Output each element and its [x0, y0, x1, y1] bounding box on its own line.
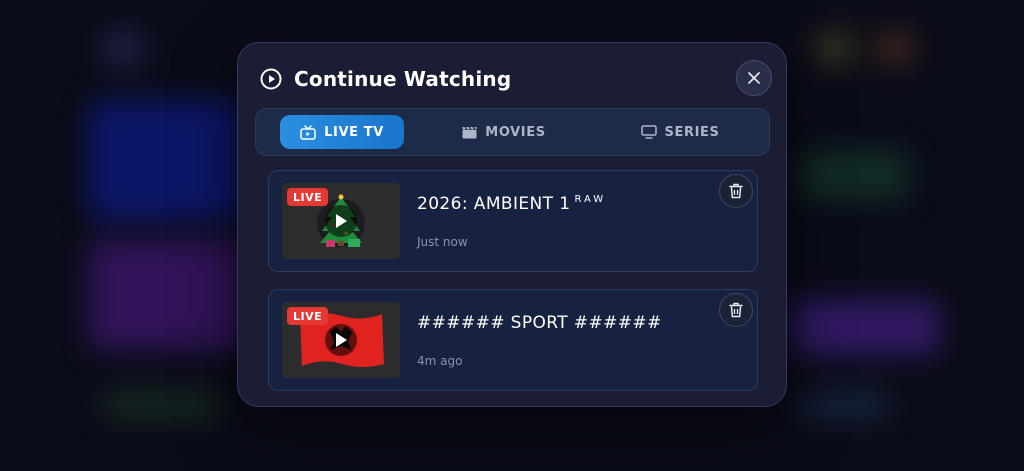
play-button[interactable]: [325, 205, 357, 237]
watched-time: 4m ago: [417, 354, 463, 368]
tab-label: MOVIES: [485, 124, 546, 140]
tab-live-tv[interactable]: LIVE TV: [280, 115, 404, 149]
watched-time: Just now: [417, 235, 468, 249]
delete-button[interactable]: [719, 174, 753, 208]
play-icon: [334, 332, 348, 348]
tv-icon: [300, 124, 324, 140]
live-badge: LIVE: [287, 307, 329, 325]
channel-name-suffix: RAW: [574, 194, 607, 205]
trash-icon: [729, 183, 743, 199]
dialog-header: Continue Watching: [260, 65, 511, 93]
monitor-icon: [640, 125, 665, 139]
category-tabs: LIVE TV MOVIES SERIES: [255, 108, 770, 156]
continue-watching-dialog: Continue Watching LIVE TV MOVIES SERIES …: [237, 42, 787, 407]
channel-thumbnail[interactable]: LIVE: [282, 302, 400, 378]
tab-series[interactable]: SERIES: [634, 115, 726, 149]
clapperboard-icon: [462, 126, 485, 139]
tab-label: SERIES: [664, 124, 720, 140]
close-button[interactable]: [736, 60, 772, 96]
channel-name: ###### SPORT ######: [417, 313, 662, 333]
list-item[interactable]: LIVE 2026: AMBIENT 1 RAW Just now: [268, 170, 758, 272]
tab-label: LIVE TV: [324, 124, 384, 140]
dialog-title: Continue Watching: [294, 67, 512, 91]
delete-button[interactable]: [719, 293, 753, 327]
live-badge: LIVE: [287, 188, 329, 206]
trash-icon: [729, 302, 743, 318]
channel-thumbnail[interactable]: LIVE: [282, 183, 400, 259]
list-item[interactable]: LIVE ###### SPORT ###### 4m ago: [268, 289, 758, 391]
tab-movies[interactable]: MOVIES: [456, 115, 552, 149]
play-icon: [334, 213, 348, 229]
play-circle-icon: [260, 68, 282, 90]
channel-name: 2026: AMBIENT 1 RAW: [417, 194, 607, 214]
close-icon: [747, 71, 761, 85]
play-button[interactable]: [325, 324, 357, 356]
